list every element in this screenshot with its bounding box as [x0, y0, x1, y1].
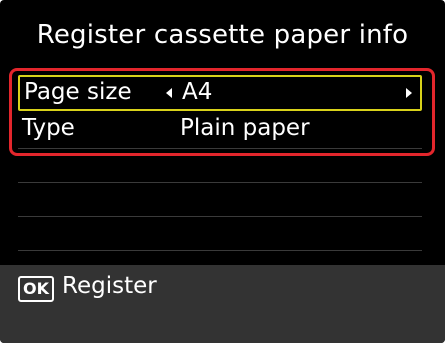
right-arrow-icon[interactable] [406, 88, 412, 98]
type-setting-row[interactable]: Type Plain paper [18, 113, 422, 147]
footer-bar: OK Register [0, 265, 445, 343]
left-arrow-icon[interactable] [166, 88, 172, 98]
list-divider [18, 148, 422, 149]
page-size-value: A4 [182, 79, 213, 105]
page-size-label: Page size [24, 79, 132, 105]
page-size-setting-row[interactable]: Page size A4 [18, 75, 422, 111]
type-label: Type [22, 115, 75, 141]
register-action-label: Register [62, 273, 157, 299]
list-divider [18, 250, 422, 251]
list-divider [18, 216, 422, 217]
list-divider [18, 182, 422, 183]
ok-button-icon[interactable]: OK [18, 276, 54, 302]
type-value: Plain paper [180, 115, 310, 141]
screen-title: Register cassette paper info [36, 20, 409, 50]
printer-lcd-screen: Register cassette paper info Page size A… [0, 0, 445, 343]
